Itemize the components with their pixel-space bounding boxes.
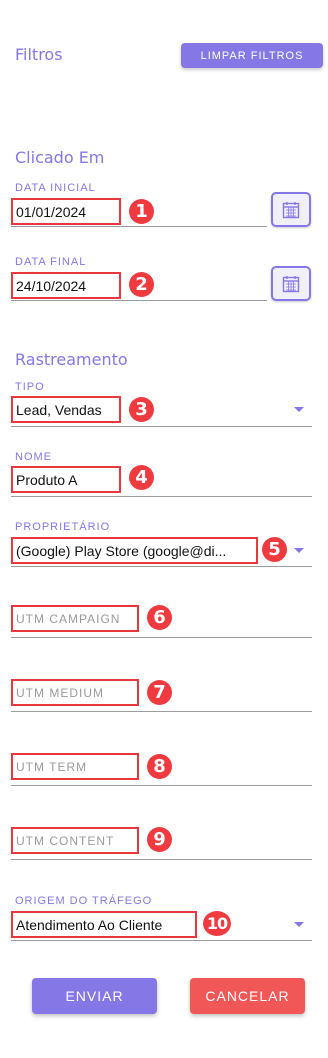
utm-campaign-input[interactable]: UTM CAMPAIGN	[11, 605, 139, 632]
type-underline	[11, 426, 312, 427]
clear-filters-button[interactable]: LIMPAR FILTROS	[181, 43, 323, 68]
chevron-down-icon[interactable]	[294, 407, 304, 412]
utm-medium-underline	[11, 711, 312, 712]
end-date-calendar-button[interactable]	[271, 266, 311, 301]
name-underline	[11, 496, 312, 497]
utm-campaign-underline	[11, 637, 312, 638]
annotation-badge-8: 8	[147, 754, 172, 779]
owner-label: PROPRIETÁRIO	[15, 521, 111, 533]
section-clicked-title: Clicado Em	[15, 148, 105, 167]
section-tracking-title: Rastreamento	[15, 350, 128, 369]
end-date-label: DATA FINAL	[15, 256, 87, 268]
annotation-badge-9: 9	[147, 827, 172, 852]
annotation-badge-1: 1	[129, 199, 154, 224]
utm-medium-input[interactable]: UTM MEDIUM	[11, 679, 139, 706]
end-date-input[interactable]: 24/10/2024	[11, 272, 121, 299]
annotation-badge-5: 5	[262, 537, 287, 562]
cancel-button[interactable]: CANCELAR	[190, 978, 305, 1014]
owner-select[interactable]: (Google) Play Store (google@di...	[11, 537, 258, 564]
owner-underline	[11, 566, 312, 567]
traffic-origin-select[interactable]: Atendimento Ao Cliente	[11, 911, 197, 938]
start-date-label: DATA INICIAL	[15, 182, 96, 194]
end-date-underline	[11, 300, 267, 301]
name-input[interactable]: Produto A	[11, 466, 121, 493]
chevron-down-icon[interactable]	[294, 922, 304, 927]
type-label: TIPO	[15, 381, 45, 393]
utm-content-input[interactable]: UTM CONTENT	[11, 827, 139, 854]
start-date-calendar-button[interactable]	[271, 192, 311, 227]
start-date-underline	[11, 226, 267, 227]
utm-content-underline	[11, 859, 312, 860]
annotation-badge-7: 7	[147, 680, 172, 705]
chevron-down-icon[interactable]	[294, 548, 304, 553]
annotation-badge-4: 4	[129, 465, 154, 490]
filters-title: Filtros	[15, 45, 63, 64]
name-label: NOME	[15, 451, 52, 463]
start-date-input[interactable]: 01/01/2024	[11, 198, 121, 225]
utm-term-underline	[11, 785, 312, 786]
calendar-icon	[282, 275, 300, 292]
annotation-badge-2: 2	[129, 272, 154, 297]
traffic-origin-label: ORIGEM DO TRÁFEGO	[15, 895, 153, 907]
annotation-badge-3: 3	[129, 397, 154, 422]
annotation-badge-6: 6	[147, 605, 172, 630]
annotation-badge-10: 10	[203, 911, 231, 936]
utm-term-input[interactable]: UTM TERM	[11, 753, 139, 780]
traffic-origin-underline	[11, 940, 312, 941]
calendar-icon	[282, 201, 300, 218]
type-select[interactable]: Lead, Vendas	[11, 396, 121, 423]
submit-button[interactable]: ENVIAR	[32, 978, 157, 1014]
